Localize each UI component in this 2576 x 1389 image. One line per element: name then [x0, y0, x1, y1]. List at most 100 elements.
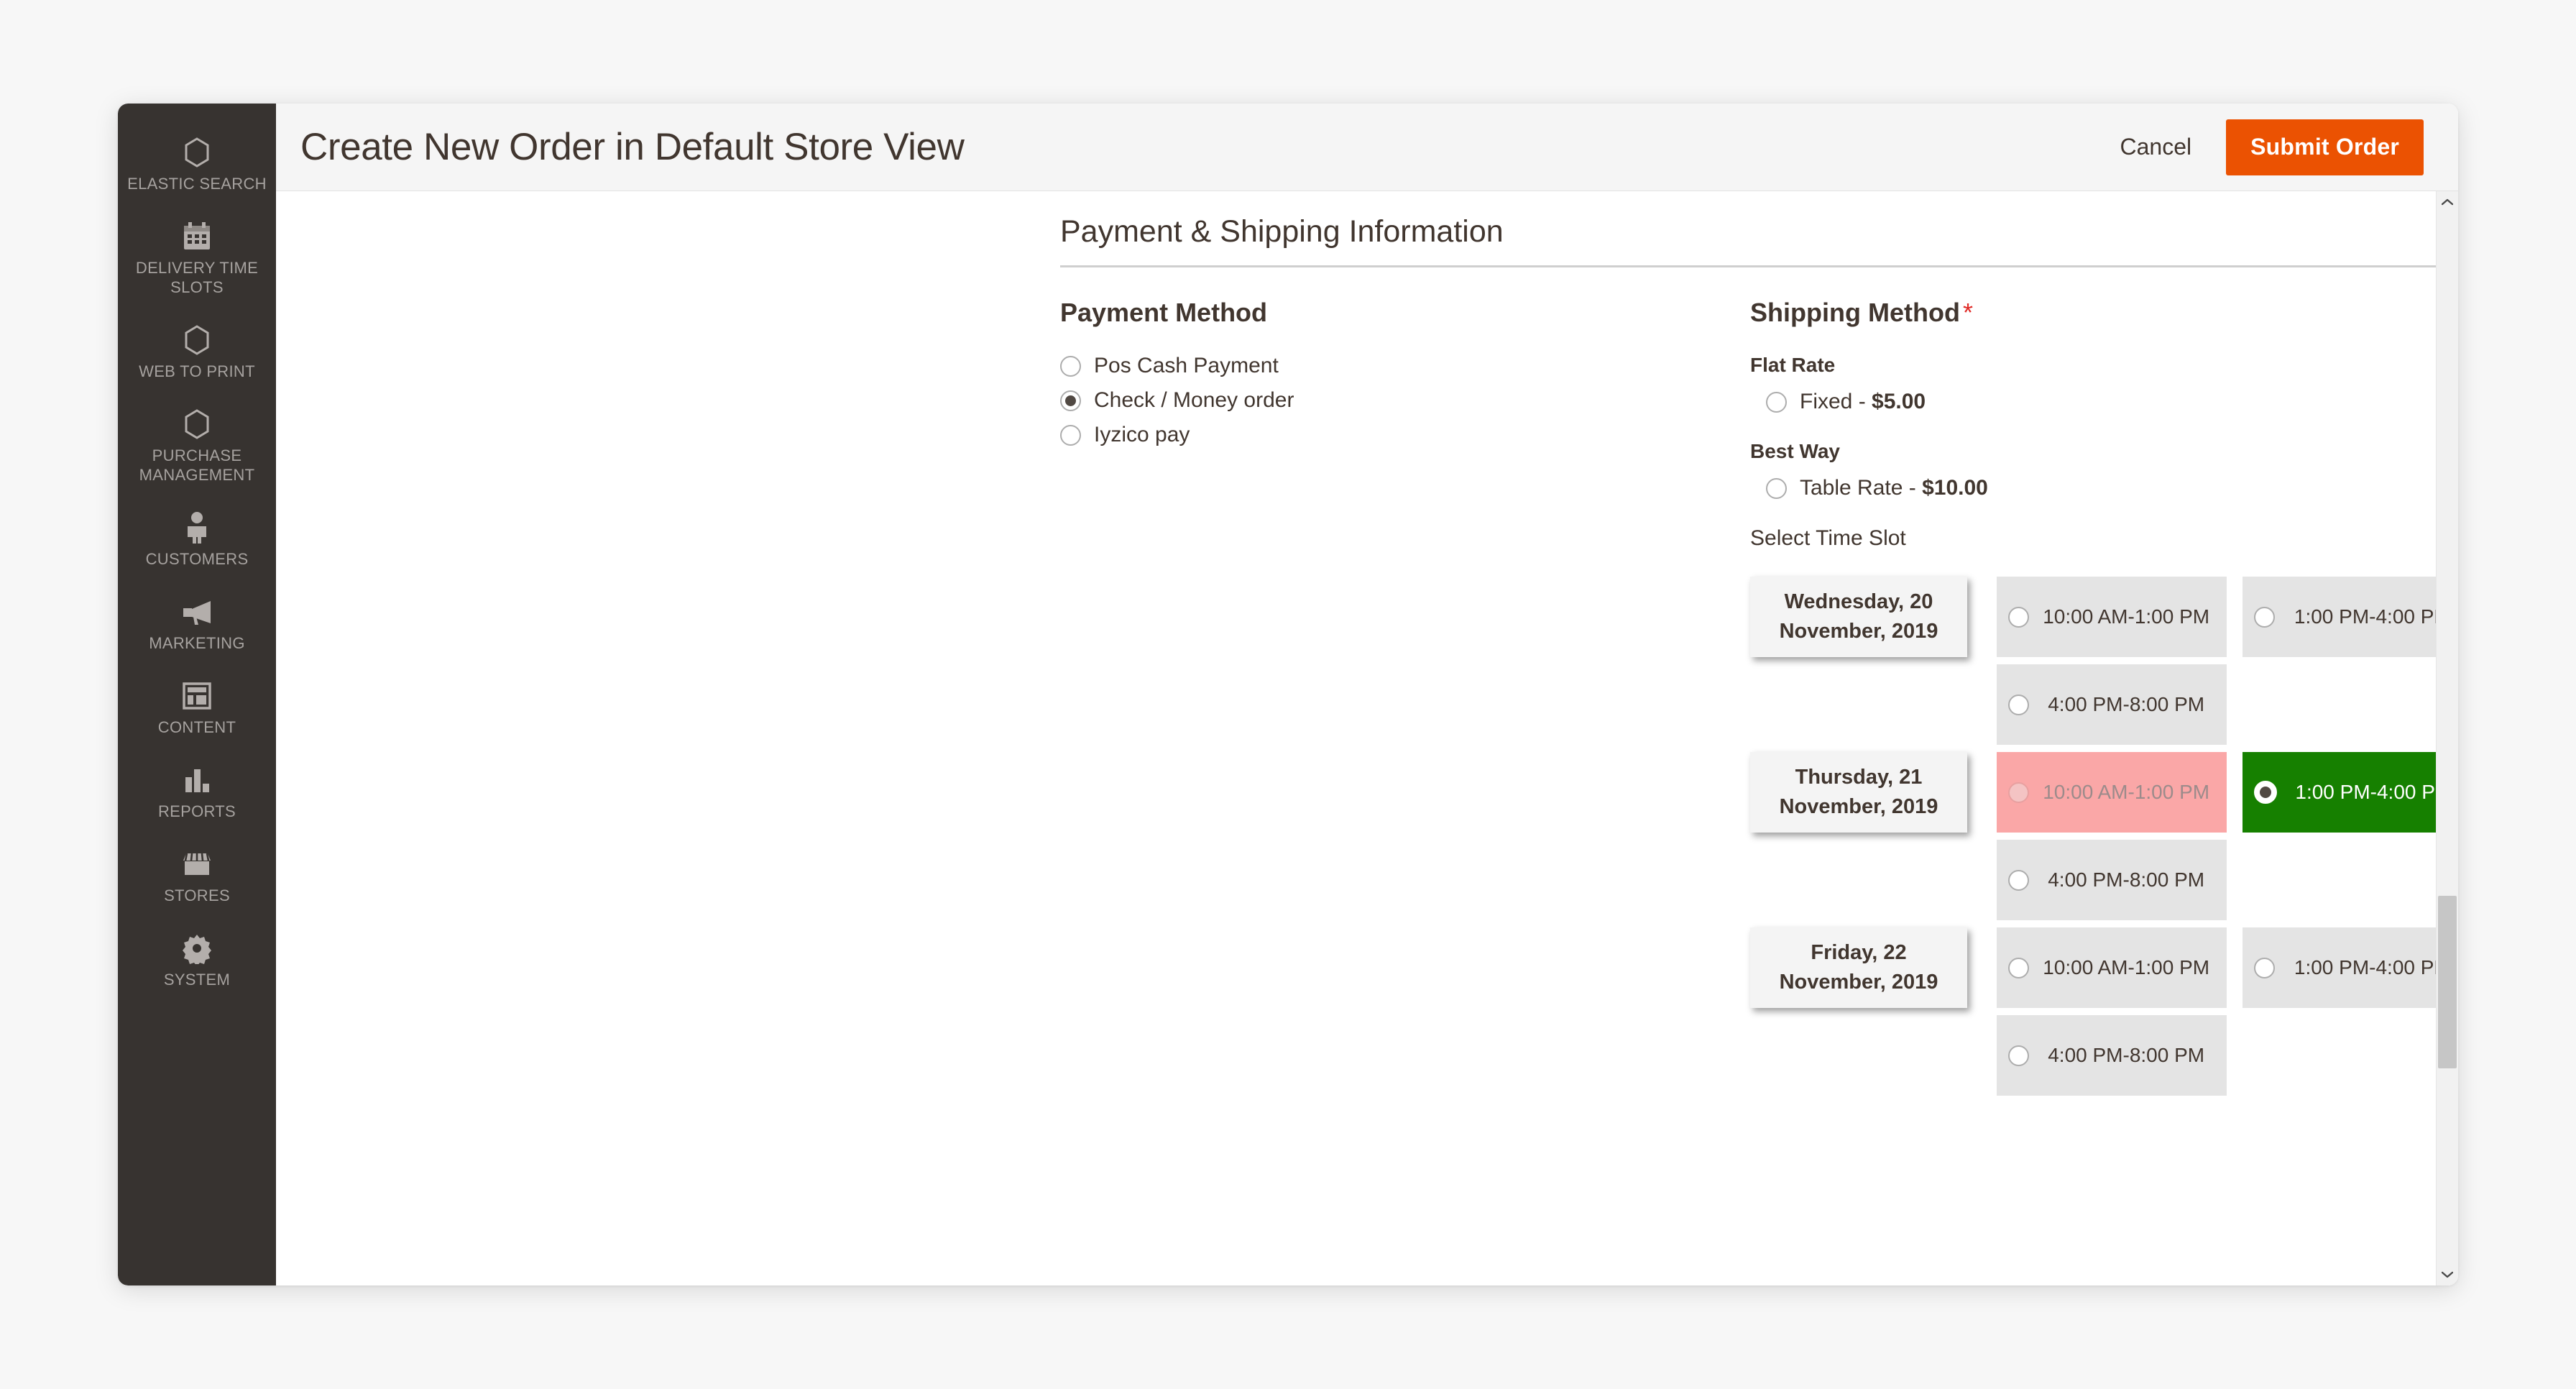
shipping-method-option[interactable]: Fixed - $5.00	[1766, 390, 2458, 414]
sidebar: Elastic Search Delivery Time Slots Web To …	[118, 104, 276, 1285]
payment-method-label: Pos Cash Payment	[1094, 354, 1279, 377]
payment-method-option[interactable]: Pos Cash Payment	[1060, 354, 1750, 378]
section-title: Payment & Shipping Information	[1060, 214, 2458, 267]
time-slot-cell[interactable]: 10:00 AM-1:00 PM	[1996, 577, 2227, 657]
time-slot-cell[interactable]: 4:00 PM-8:00 PM	[1996, 840, 2227, 920]
time-slot-cell[interactable]: 1:00 PM-4:00 PM	[2242, 752, 2458, 833]
time-slot-row: Friday, 22 November, 2019 10:00 AM-1:00 P…	[1750, 927, 2458, 1008]
page-header: Create New Order in Default Store View C…	[276, 104, 2458, 191]
time-slot-date-cell: Thursday, 21 November, 2019	[1750, 752, 1967, 833]
shipping-carrier-block: Best Way Table Rate - $10.00	[1750, 440, 2458, 500]
shipping-option-name: Table Rate	[1800, 476, 1903, 500]
scroll-up-arrow-icon[interactable]	[2437, 191, 2458, 213]
time-slot-cell-wrap: 1:00 PM-4:00 PM	[2242, 752, 2458, 833]
submit-order-button[interactable]: Submit Order	[2226, 119, 2424, 175]
time-slot-cell[interactable]: 4:00 PM-8:00 PM	[1996, 1015, 2227, 1096]
time-slot-cell-wrap: 4:00 PM-8:00 PM	[1996, 664, 2236, 745]
time-slot-cell[interactable]: 4:00 PM-8:00 PM	[1996, 664, 2227, 745]
sidebar-item-delivery-time-slots[interactable]: Delivery Time Slots	[118, 206, 276, 310]
hexagon-icon	[122, 321, 272, 359]
time-slot-radio[interactable]	[2254, 606, 2276, 628]
hexagon-icon	[122, 134, 272, 171]
megaphone-icon	[122, 593, 272, 631]
time-slot-date-cell-wrap: Thursday, 21 November, 2019	[1750, 752, 1990, 920]
time-slot-date-cell-wrap: Wednesday, 20 November, 2019	[1750, 577, 1990, 745]
scrollbar-thumb[interactable]	[2438, 896, 2457, 1068]
shipping-carrier-title: Best Way	[1750, 440, 1841, 462]
time-slot-table: Wednesday, 20 November, 2019 10:00 AM-1:0…	[1743, 569, 2458, 1103]
time-slot-empty	[2242, 664, 2458, 745]
payment-method-label: Check / Money order	[1094, 388, 1294, 412]
time-slot-row: Thursday, 21 November, 2019 10:00 AM-1:00…	[1750, 752, 2458, 833]
sidebar-item-system[interactable]: System	[118, 918, 276, 1002]
shipping-option-price: $10.00	[1922, 476, 1988, 500]
time-slot-cell[interactable]: 1:00 PM-4:00 PM	[2242, 577, 2458, 657]
time-slot-radio[interactable]	[2254, 957, 2276, 978]
payment-method-radio[interactable]	[1060, 424, 1081, 446]
sidebar-item-stores[interactable]: Stores	[118, 834, 276, 918]
time-slot-label: 4:00 PM-8:00 PM	[2048, 1044, 2205, 1066]
payment-method-option[interactable]: Check / Money order	[1060, 388, 1750, 413]
sidebar-item-elastic-search[interactable]: Elastic Search	[118, 122, 276, 206]
time-slot-cell-wrap: 4:00 PM-8:00 PM	[1996, 1015, 2236, 1096]
time-slot-date-cell: Friday, 22 November, 2019	[1750, 927, 1967, 1008]
cancel-button[interactable]: Cancel	[2113, 129, 2199, 165]
time-slot-label: 1:00 PM-4:00 PM	[2294, 956, 2451, 978]
time-slot-date-cell: Wednesday, 20 November, 2019	[1750, 577, 1967, 657]
columns: Payment Method Pos Cash Payment Check / M…	[1060, 298, 2458, 1103]
payment-method-option[interactable]: Iyzico pay	[1060, 423, 1750, 447]
payment-method-radio[interactable]	[1060, 390, 1081, 411]
time-slot-cell-wrap: 10:00 AM-1:00 PM	[1996, 752, 2236, 833]
select-time-slot-label: Select Time Slot	[1750, 526, 1906, 550]
required-asterisk: *	[1962, 298, 1973, 327]
sidebar-item-label: Marketing	[149, 634, 245, 652]
payment-method-list: Pos Cash Payment Check / Money order Iyzic…	[1060, 354, 1750, 447]
sidebar-item-marketing[interactable]: Marketing	[118, 582, 276, 666]
shipping-method-heading-text: Shipping Method	[1750, 298, 1960, 327]
time-slot-label: 1:00 PM-4:00 PM	[2294, 605, 2451, 628]
sidebar-item-label: Content	[157, 718, 236, 736]
shipping-method-radio[interactable]	[1766, 477, 1787, 499]
sidebar-item-reports[interactable]: Reports	[118, 750, 276, 834]
shipping-option-price: $5.00	[1872, 390, 1926, 413]
shipping-method-heading: Shipping Method *	[1750, 298, 2458, 328]
sidebar-item-label: Purchase Management	[139, 446, 255, 484]
time-slot-cell[interactable]: 10:00 AM-1:00 PM	[1996, 927, 2227, 1008]
time-slot-cell[interactable]: 1:00 PM-4:00 PM	[2242, 927, 2458, 1008]
time-slot-cell-wrap: 10:00 AM-1:00 PM	[1996, 577, 2236, 657]
time-slot-radio[interactable]	[2007, 869, 2029, 891]
sidebar-item-web-to-print[interactable]: Web To Print	[118, 310, 276, 394]
time-slot-cell-wrap: 1:00 PM-4:00 PM	[2242, 927, 2458, 1008]
scroll-down-arrow-icon[interactable]	[2437, 1264, 2458, 1285]
sidebar-item-label: Web To Print	[139, 362, 255, 380]
sidebar-item-content[interactable]: Content	[118, 666, 276, 750]
time-slot-empty	[2242, 1015, 2458, 1096]
header-actions: Cancel Submit Order	[2113, 119, 2424, 175]
time-slot-radio[interactable]	[2007, 1045, 2029, 1066]
shipping-carrier-list: Flat Rate Fixed - $5.00 Best Way Table Rate…	[1750, 354, 2458, 500]
payment-method-radio[interactable]	[1060, 355, 1081, 377]
time-slot-cell-wrap: 4:00 PM-8:00 PM	[1996, 840, 2236, 920]
shipping-method-label: Table Rate - $10.00	[1800, 476, 1988, 500]
time-slot-radio[interactable]	[2007, 606, 2029, 628]
time-slot-date-cell-wrap: Friday, 22 November, 2019	[1750, 927, 1990, 1096]
hexagon-icon	[122, 405, 272, 443]
time-slot-radio[interactable]	[2254, 781, 2278, 804]
content-body: Payment & Shipping Information Payment M…	[276, 191, 2458, 1285]
time-slot-radio[interactable]	[2007, 957, 2029, 978]
vertical-scrollbar[interactable]	[2436, 191, 2458, 1285]
shipping-carrier-title: Flat Rate	[1750, 354, 1836, 376]
shipping-option-name: Fixed	[1800, 390, 1853, 413]
time-slot-label: 1:00 PM-4:00 PM	[2295, 781, 2452, 803]
payment-method-label: Iyzico pay	[1094, 423, 1190, 446]
time-slot-row: Wednesday, 20 November, 2019 10:00 AM-1:0…	[1750, 577, 2458, 657]
time-slot-empty	[2242, 840, 2458, 920]
shipping-method-radio[interactable]	[1766, 391, 1787, 413]
bar-chart-icon	[122, 761, 272, 799]
time-slot-radio[interactable]	[2007, 694, 2029, 715]
sidebar-item-label: Delivery Time Slots	[135, 259, 259, 296]
shipping-method-option[interactable]: Table Rate - $10.00	[1766, 476, 2458, 500]
sidebar-item-purchase-management[interactable]: Purchase Management	[118, 394, 276, 498]
sidebar-item-customers[interactable]: Customers	[118, 498, 276, 582]
shipping-method-label: Fixed - $5.00	[1800, 390, 1926, 414]
